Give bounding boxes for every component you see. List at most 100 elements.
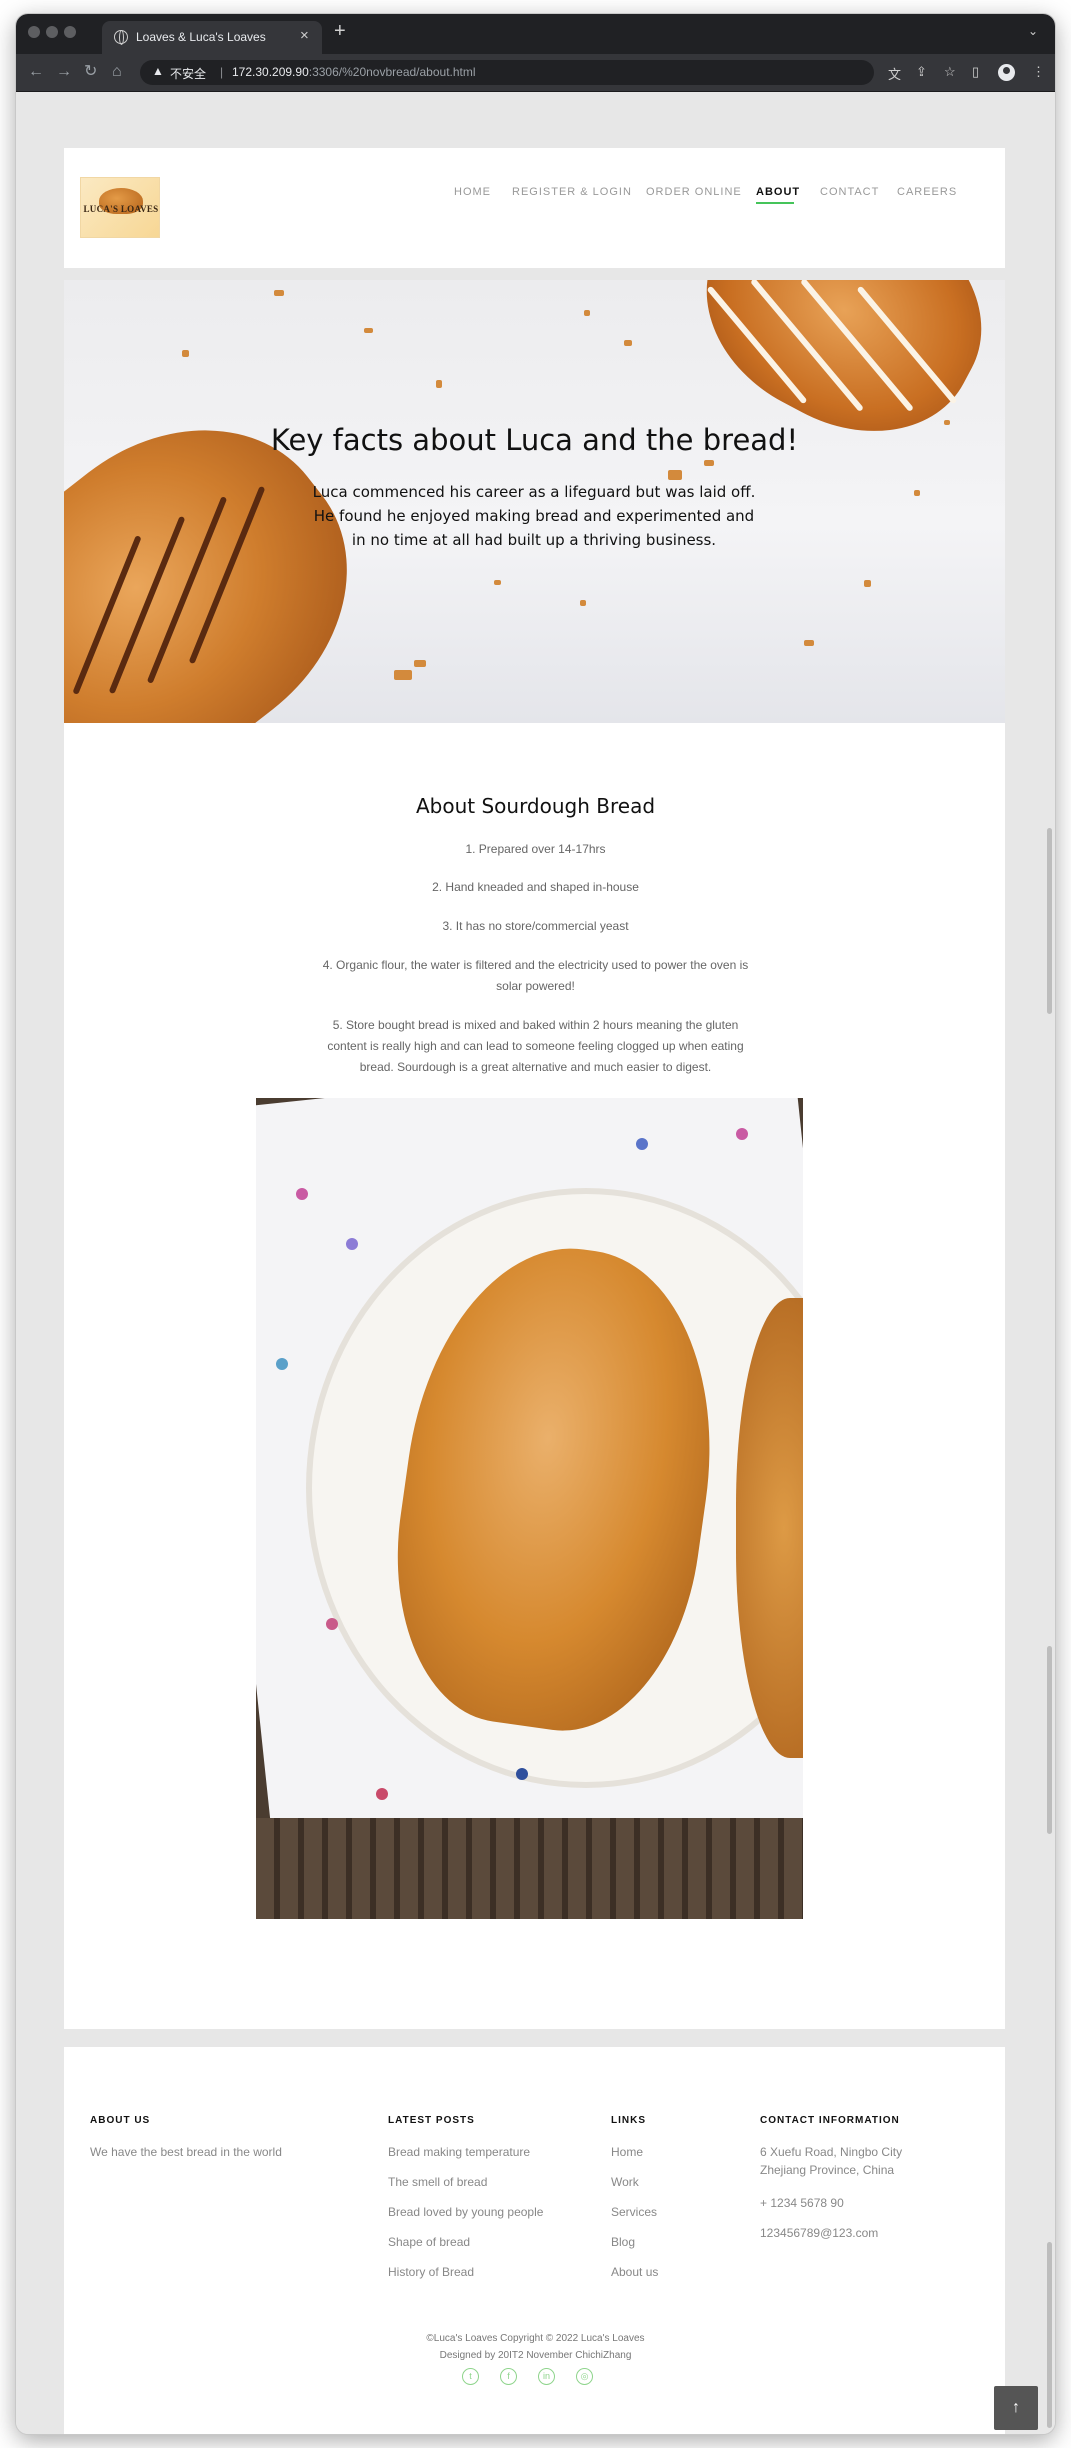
crumb [394,670,412,680]
crumb [914,490,920,496]
bookmark-star-icon[interactable]: ☆ [944,64,956,80]
croissant-photo [256,1098,803,1919]
footer-link-work[interactable]: Work [611,2175,639,2189]
crumb [274,290,284,296]
globe-icon [114,30,128,45]
url-path: :3306/%20novbread/about.html [308,65,476,79]
nav-register-login[interactable]: REGISTER & LOGIN [512,186,632,198]
hero-title: Key facts about Luca and the bread! [270,423,799,457]
active-nav-underline [756,202,794,204]
close-window-button[interactable] [28,26,40,38]
nav-careers[interactable]: CAREERS [897,186,957,198]
flower-pattern [736,1128,748,1140]
footer-link-home[interactable]: Home [611,2145,643,2159]
site-footer [64,2047,1005,2434]
site-header: LUCA'S LOAVES HOME REGISTER & LOGIN ORDE… [64,148,1005,268]
crumb [704,460,714,466]
back-to-top-button[interactable]: ↑ [994,2386,1038,2430]
footer-link-about[interactable]: About us [611,2265,658,2279]
close-tab-icon[interactable]: × [300,27,309,44]
nav-about[interactable]: ABOUT [756,186,800,198]
fact-item: 4. Organic flour, the water is filtered … [322,958,749,993]
scrollbar-thumb[interactable] [1047,828,1052,1014]
nav-contact[interactable]: CONTACT [820,186,879,198]
flower-pattern [276,1358,288,1370]
crumb [414,660,426,667]
facebook-icon[interactable]: f [500,2368,517,2385]
new-tab-button[interactable]: + [334,20,346,43]
address-bar[interactable]: ▲ 不安全 | 172.30.209.90:3306/%20novbread/a… [140,60,874,85]
more-menu-icon[interactable]: ⋮ [1032,64,1045,80]
footer-post-link[interactable]: Bread loved by young people [388,2205,543,2219]
flower-pattern [296,1188,308,1200]
crumb [494,580,501,585]
wicker-basket [256,1818,803,1919]
footer-post-link[interactable]: Bread making temperature [388,2145,530,2159]
crumb [864,580,871,587]
footer-link-blog[interactable]: Blog [611,2235,635,2249]
footer-post-link[interactable]: History of Bread [388,2265,474,2279]
back-icon[interactable]: ← [28,63,44,81]
translate-icon[interactable]: 文 [888,64,901,83]
side-panel-icon[interactable]: ▯ [972,64,979,80]
tab-title: Loaves & Luca's Loaves [136,30,266,44]
tab-search-icon[interactable]: ⌄ [1028,24,1038,38]
footer-email[interactable]: 123456789@123.com [760,2226,878,2240]
flower-pattern [326,1618,338,1630]
flower-pattern [376,1788,388,1800]
linkedin-icon[interactable]: in [538,2368,555,2385]
url-host: 172.30.209.90 [232,65,309,79]
twitter-icon[interactable]: t [462,2368,479,2385]
url-text: 172.30.209.90:3306/%20novbread/about.htm… [232,65,476,79]
hero-banner: Key facts about Luca and the bread! Luca… [64,280,1005,723]
dribbble-icon[interactable]: ◎ [576,2368,593,2385]
nav-home[interactable]: HOME [454,186,491,198]
hero-text: Luca commenced his career as a lifeguard… [312,483,756,549]
crumb [364,328,373,333]
crumb [624,340,632,346]
share-icon[interactable]: ⇪ [916,64,927,80]
fact-item: 2. Hand kneaded and shaped in-house [432,880,639,894]
footer-contact-heading: CONTACT INFORMATION [760,2115,900,2126]
reload-icon[interactable]: ↻ [84,63,97,81]
flower-pattern [346,1238,358,1250]
fact-item: 3. It has no store/commercial yeast [442,919,629,933]
footer-address-line1: 6 Xuefu Road, Ningbo City [760,2145,903,2159]
footer-about-text: We have the best bread in the world [90,2145,282,2159]
tab-bar: Loaves & Luca's Loaves × + ⌄ [16,14,1055,54]
flower-pattern [516,1768,528,1780]
scrollbar-thumb[interactable] [1047,1646,1052,1834]
copyright-text: ©Luca's Loaves Copyright © 2022 Luca's L… [426,2333,645,2344]
browser-window: Loaves & Luca's Loaves × + ⌄ ← → ↻ ⌂ ▲ 不… [16,14,1055,2434]
flower-pattern [636,1138,648,1150]
crumb [580,600,586,606]
divider: | [220,65,224,79]
logo-text: LUCA'S LOAVES [83,204,159,214]
security-label: 不安全 [170,67,207,81]
footer-links-heading: LINKS [611,2115,646,2126]
designer-credit: Designed by 20IT2 November ChichiZhang [439,2350,632,2361]
browser-tab[interactable]: Loaves & Luca's Loaves × [102,21,322,54]
minimize-window-button[interactable] [46,26,58,38]
about-title: About Sourdough Bread [415,794,656,818]
footer-post-link[interactable]: The smell of bread [388,2175,487,2189]
site-logo[interactable]: LUCA'S LOAVES [80,177,160,238]
footer-link-services[interactable]: Services [611,2205,657,2219]
browser-toolbar: ← → ↻ ⌂ ▲ 不安全 | 172.30.209.90:3306/%20no… [16,54,1055,92]
warning-icon: ▲ [152,64,164,78]
crumb [584,310,590,316]
footer-phone: + 1234 5678 90 [760,2196,844,2210]
home-icon[interactable]: ⌂ [112,63,122,81]
profile-avatar[interactable] [998,64,1015,81]
zoom-window-button[interactable] [64,26,76,38]
crumb [804,640,814,646]
fact-item: 1. Prepared over 14-17hrs [465,842,606,856]
forward-icon[interactable]: → [56,63,72,81]
footer-address-line2: Zhejiang Province, China [760,2163,895,2177]
crumb [436,380,442,388]
footer-post-link[interactable]: Shape of bread [388,2235,470,2249]
page-viewport: LUCA'S LOAVES HOME REGISTER & LOGIN ORDE… [16,92,1055,2434]
nav-order-online[interactable]: ORDER ONLINE [646,186,742,198]
crumb [182,350,189,357]
fact-item: 5. Store bought bread is mixed and baked… [327,1018,744,1074]
